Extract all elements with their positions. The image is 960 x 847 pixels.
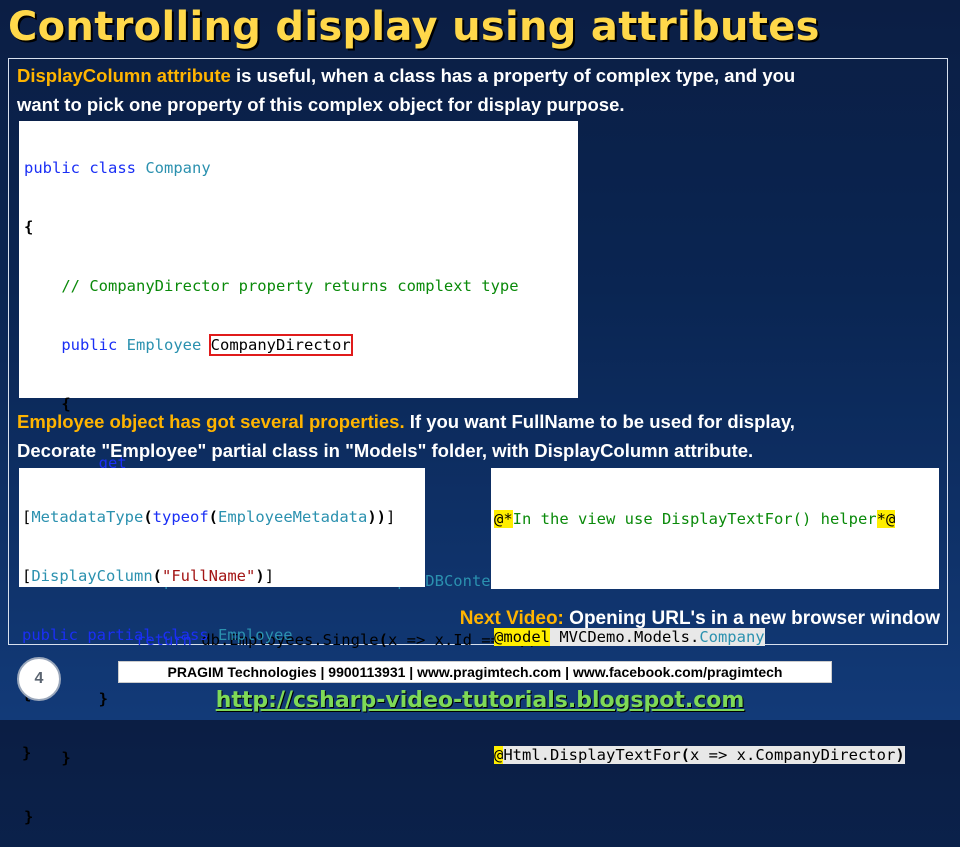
slide-title: Controlling display using attributes xyxy=(8,4,820,50)
employee-highlight: Employee object has got several properti… xyxy=(17,411,405,432)
code-line: } xyxy=(22,744,32,762)
code-line: public partial class Employee xyxy=(22,626,293,644)
intro-line-1: DisplayColumn attribute is useful, when … xyxy=(17,61,795,90)
code-line: public Employee CompanyDirector xyxy=(61,334,353,356)
intro-paragraph: DisplayColumn attribute is useful, when … xyxy=(17,61,795,119)
company-class-code: public class Company { // CompanyDirecto… xyxy=(19,121,578,826)
employee-line-1-text: If you want FullName to be used for disp… xyxy=(404,411,795,432)
view-code: @*In the view use DisplayTextFor() helpe… xyxy=(491,468,939,764)
code-line: { xyxy=(24,218,34,236)
footer-bar: PRAGIM Technologies | 9900113931 | www.p… xyxy=(118,661,832,683)
employee-partial-class-code: [MetadataType(typeof(EmployeeMetadata))]… xyxy=(19,468,425,762)
intro-line-1-text: is useful, when a class has a property o… xyxy=(230,65,796,86)
blog-url-link[interactable]: http://csharp-video-tutorials.blogspot.c… xyxy=(0,688,960,713)
code-line: @*In the view use DisplayTextFor() helpe… xyxy=(494,510,896,528)
code-line: [DisplayColumn("FullName")] xyxy=(22,567,275,585)
intro-line-2: want to pick one property of this comple… xyxy=(17,94,625,115)
next-video-label: Next Video: xyxy=(459,608,564,629)
company-director-highlight: CompanyDirector xyxy=(208,334,353,356)
code-line: // CompanyDirector property returns comp… xyxy=(61,277,519,295)
next-video-line: Next Video: Opening URL's in a new brows… xyxy=(460,608,940,630)
intro-highlight: DisplayColumn attribute xyxy=(17,65,231,86)
code-line: } xyxy=(24,808,34,826)
employee-paragraph: Employee object has got several properti… xyxy=(17,407,795,465)
code-line: @Html.DisplayTextFor(x => x.CompanyDirec… xyxy=(494,746,905,764)
next-video-text: Opening URL's in a new browser window xyxy=(563,608,940,629)
code-line: [MetadataType(typeof(EmployeeMetadata))] xyxy=(22,508,396,526)
employee-line-2: Decorate "Employee" partial class in "Mo… xyxy=(17,440,754,461)
employee-line-1: Employee object has got several properti… xyxy=(17,407,795,436)
code-line: public class Company xyxy=(24,159,211,177)
